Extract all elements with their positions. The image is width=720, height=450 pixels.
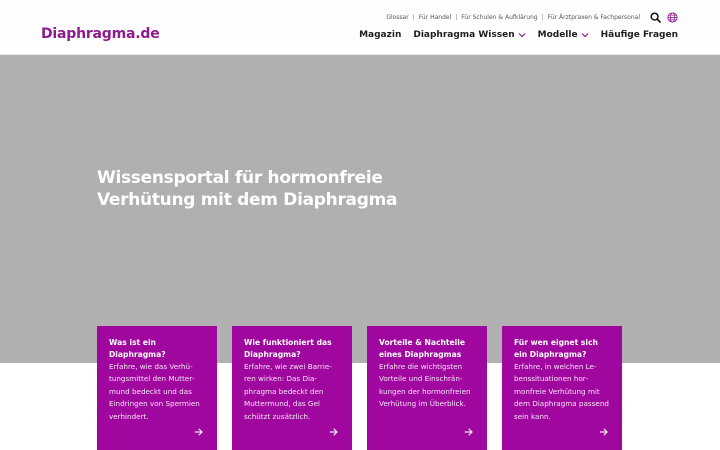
hero-title: Wissensportal für hormonfreie Verhütung … (97, 167, 417, 211)
globe-icon[interactable] (667, 11, 678, 23)
card-vorteile-nachteile[interactable]: Vorteile & Nachteile eines Diaphragmas E… (367, 326, 487, 450)
hero-title-line: Wissensportal für hormonfreie (97, 168, 383, 188)
main-nav: Magazin Diaphragma Wissen Modelle Häufig… (359, 30, 678, 40)
card-text: Erfahre, wie zwei Barrie­ren wirken: Das… (244, 362, 332, 421)
arrow-right-icon[interactable] (194, 428, 203, 436)
nav-item-label: Häufige Fragen (600, 30, 678, 40)
card-was-ist-ein-diaphragma[interactable]: Was ist ein Diaphragma? Erfahre, wie das… (97, 326, 217, 450)
card-text: Erfahre, wie das Verhü­tungsmittel den M… (109, 362, 200, 421)
hero-section: Wissensportal für hormonfreie Verhütung … (0, 55, 720, 363)
util-icons (650, 11, 678, 23)
site-logo[interactable]: Diaphragma.de (41, 26, 160, 42)
card-title: Was ist ein Diaphragma? (109, 338, 166, 359)
util-link-aerztpraxen[interactable]: Für Ärztpraxen & Fachpersonal (548, 14, 640, 21)
chevron-down-icon (518, 33, 526, 38)
nav-item-label: Magazin (359, 30, 402, 40)
card-title: Vorteile & Nachteile eines Diaphragmas (379, 338, 465, 359)
site-header: Diaphragma.de Glossar | Für Handel | Für… (0, 0, 720, 55)
nav-item-haeufige-fragen[interactable]: Häufige Fragen (601, 30, 678, 40)
nav-item-label: Diaphragma Wissen (413, 30, 515, 40)
card-title: Für wen eignet sich ein Diaphragma? (514, 338, 598, 359)
chevron-down-icon (581, 33, 589, 38)
card-text: Erfahre, in welchen Le­benssituationen h… (514, 362, 609, 421)
search-icon[interactable] (650, 11, 661, 23)
card-title: Wie funktioniert das Diaphragma? (244, 338, 332, 359)
nav-item-magazin[interactable]: Magazin (359, 30, 401, 40)
util-link-handel[interactable]: Für Handel (419, 14, 451, 21)
card-wie-funktioniert-das-diaphragma[interactable]: Wie funktioniert das Diaphragma? Erfahre… (232, 326, 352, 450)
card-fuer-wen-eignet-sich[interactable]: Für wen eignet sich ein Diaphragma? Erfa… (502, 326, 622, 450)
arrow-right-icon[interactable] (464, 428, 473, 436)
nav-item-label: Modelle (537, 30, 578, 40)
nav-item-diaphragma-wissen[interactable]: Diaphragma Wissen (413, 30, 526, 40)
hero-title-line: Verhütung mit dem Diaphragma (97, 190, 398, 210)
nav-item-modelle[interactable]: Modelle (538, 30, 589, 40)
util-separator: | (541, 13, 544, 21)
util-link-glossar[interactable]: Glossar (386, 14, 408, 21)
arrow-right-icon[interactable] (329, 428, 338, 436)
utility-nav: Glossar | Für Handel | Für Schulen & Auf… (386, 11, 678, 23)
util-separator: | (412, 13, 415, 21)
util-separator: | (455, 13, 458, 21)
util-link-schulen[interactable]: Für Schulen & Aufklärung (461, 14, 537, 21)
topic-cards: Was ist ein Diaphragma? Erfahre, wie das… (97, 326, 622, 450)
card-text: Erfahre die wichtigsten Vorteile und Ein… (379, 362, 471, 409)
arrow-right-icon[interactable] (599, 428, 608, 436)
